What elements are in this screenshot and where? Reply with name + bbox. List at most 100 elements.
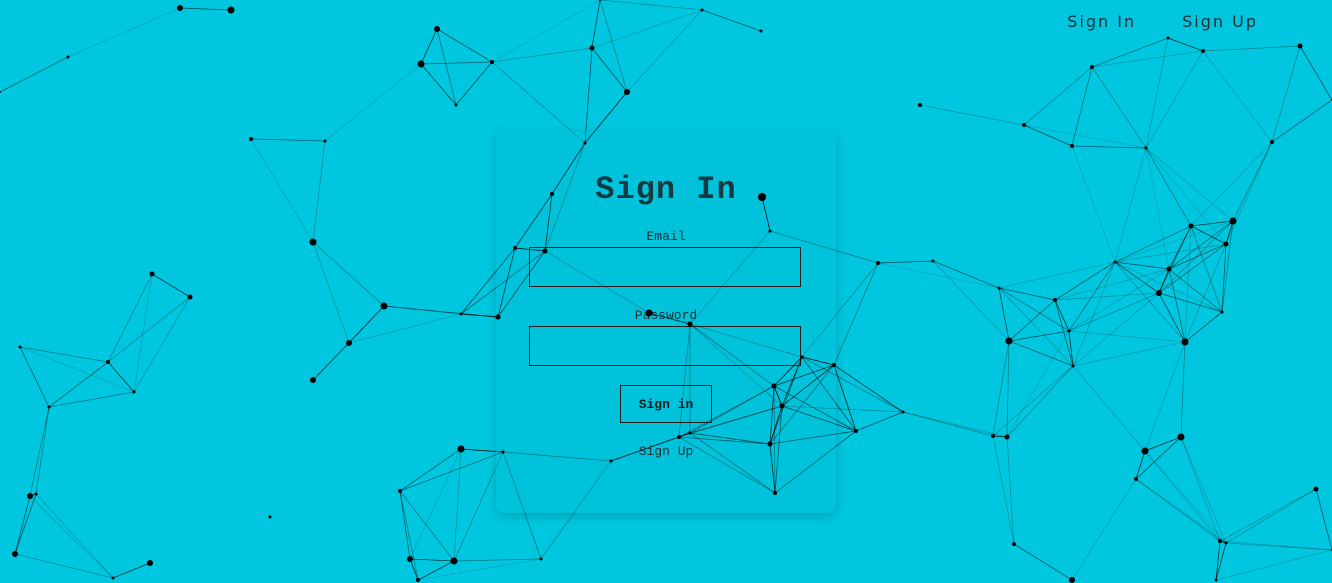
network-link bbox=[919, 104, 1025, 126]
network-link bbox=[1114, 220, 1234, 263]
network-link bbox=[151, 273, 191, 298]
network-node bbox=[187, 294, 193, 300]
network-node bbox=[1218, 539, 1222, 543]
network-link bbox=[133, 296, 191, 393]
network-node bbox=[111, 576, 115, 580]
network-node bbox=[589, 45, 595, 51]
network-link bbox=[417, 558, 542, 581]
network-link bbox=[48, 391, 135, 408]
network-link bbox=[1068, 268, 1170, 332]
network-node bbox=[854, 429, 858, 433]
network-link bbox=[877, 260, 934, 264]
sign-in-button[interactable]: Sign in bbox=[620, 385, 712, 423]
network-link bbox=[1072, 365, 1146, 452]
network-node bbox=[12, 551, 18, 557]
network-node bbox=[457, 445, 465, 453]
nav-sign-up-link[interactable]: Sign Up bbox=[1182, 12, 1258, 31]
email-input[interactable] bbox=[529, 247, 801, 287]
network-node bbox=[346, 340, 352, 346]
network-link bbox=[19, 346, 109, 363]
password-label: Password bbox=[634, 308, 698, 323]
network-node bbox=[1053, 298, 1057, 302]
network-node bbox=[18, 345, 22, 349]
network-node bbox=[1313, 486, 1319, 492]
network-link bbox=[1071, 478, 1137, 581]
network-link bbox=[1145, 147, 1234, 222]
network-link bbox=[1091, 37, 1169, 68]
network-link bbox=[420, 61, 493, 65]
network-link bbox=[14, 493, 37, 555]
network-node bbox=[1224, 541, 1228, 545]
network-link bbox=[399, 490, 419, 581]
network-node bbox=[434, 26, 440, 32]
network-link bbox=[420, 28, 438, 65]
network-node bbox=[27, 493, 33, 499]
network-node bbox=[700, 8, 704, 12]
network-link bbox=[1144, 436, 1182, 452]
network-link bbox=[1158, 292, 1223, 313]
network-link bbox=[312, 140, 326, 243]
network-node bbox=[416, 578, 420, 582]
network-link bbox=[35, 406, 50, 495]
network-node bbox=[918, 103, 922, 107]
network-link bbox=[1180, 341, 1186, 438]
sign-in-card: Sign In Email Password Sign in Sign Up bbox=[496, 131, 836, 513]
network-node bbox=[1113, 260, 1117, 264]
network-node bbox=[1270, 140, 1274, 144]
network-link bbox=[1232, 141, 1273, 222]
network-link bbox=[1072, 341, 1186, 367]
network-node bbox=[398, 489, 402, 493]
network-link bbox=[250, 138, 314, 243]
network-link bbox=[1271, 99, 1332, 143]
network-node bbox=[1144, 146, 1148, 150]
network-link bbox=[833, 262, 879, 366]
network-node bbox=[1181, 338, 1189, 346]
network-link bbox=[409, 558, 455, 562]
network-node bbox=[1156, 290, 1162, 296]
network-node bbox=[901, 410, 905, 414]
network-link bbox=[1158, 292, 1186, 343]
network-link bbox=[312, 241, 350, 344]
network-node bbox=[991, 434, 995, 438]
network-node bbox=[66, 55, 70, 59]
network-node bbox=[106, 360, 110, 364]
network-node bbox=[1012, 542, 1016, 546]
network-link bbox=[1219, 488, 1317, 542]
network-node bbox=[177, 5, 183, 11]
network-link bbox=[1225, 141, 1273, 245]
network-link bbox=[1190, 141, 1273, 227]
network-node bbox=[1069, 577, 1075, 583]
network-link bbox=[399, 451, 504, 492]
network-link bbox=[1215, 549, 1332, 581]
network-link bbox=[1145, 147, 1192, 227]
network-link bbox=[348, 313, 462, 344]
network-link bbox=[48, 361, 109, 408]
network-link bbox=[1006, 330, 1070, 438]
network-link bbox=[1145, 50, 1204, 149]
sign-up-link[interactable]: Sign Up bbox=[496, 444, 836, 459]
network-link bbox=[453, 448, 462, 562]
network-link bbox=[491, 47, 593, 63]
network-link bbox=[1054, 268, 1170, 301]
network-node bbox=[1223, 241, 1229, 247]
network-link bbox=[1013, 543, 1073, 581]
network-link bbox=[992, 340, 1010, 437]
network-link bbox=[1184, 311, 1223, 343]
network-link bbox=[599, 0, 703, 11]
network-link bbox=[833, 364, 904, 413]
network-link bbox=[1271, 45, 1301, 143]
network-link bbox=[491, 0, 601, 63]
network-link bbox=[1023, 124, 1073, 147]
network-link bbox=[1054, 261, 1116, 301]
network-node bbox=[1201, 49, 1205, 53]
network-link bbox=[1225, 488, 1317, 544]
network-link bbox=[1184, 225, 1192, 343]
network-link bbox=[67, 7, 181, 58]
network-node bbox=[1070, 144, 1074, 148]
network-link bbox=[932, 260, 1010, 342]
network-node bbox=[380, 302, 388, 310]
nav-sign-in-link[interactable]: Sign In bbox=[1067, 12, 1136, 31]
network-link bbox=[701, 9, 762, 32]
password-input[interactable] bbox=[529, 326, 801, 366]
network-link bbox=[14, 495, 31, 555]
